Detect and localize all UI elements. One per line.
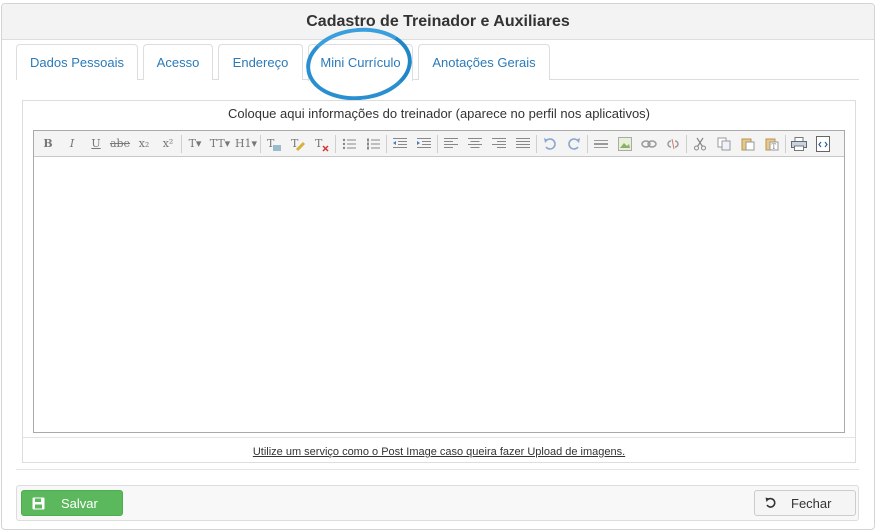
close-button-label: Fechar (791, 495, 832, 511)
font-icon[interactable]: T ▾ (183, 133, 207, 155)
tab-dados-pessoais[interactable]: Dados Pessoais (16, 44, 138, 80)
close-button[interactable]: Fechar (754, 490, 856, 516)
footer-divider (16, 469, 859, 470)
underline-icon[interactable]: U (84, 133, 108, 155)
editor-toolbar: B I U abe x₂ x² T ▾ TT ▾ H1 ▾ T T T T (34, 131, 844, 157)
toolbar-separator (181, 134, 182, 153)
paste-text-icon[interactable]: T (760, 133, 784, 155)
editor-caption: Coloque aqui informações do treinador (a… (227, 106, 651, 121)
editor-text-area[interactable] (34, 157, 844, 432)
unlink-icon[interactable] (661, 133, 685, 155)
tab-anotacoes-gerais[interactable]: Anotações Gerais (418, 44, 550, 80)
align-center-icon[interactable] (463, 133, 487, 155)
align-right-icon[interactable] (487, 133, 511, 155)
numbered-list-icon[interactable] (361, 133, 385, 155)
undo-icon[interactable] (538, 133, 562, 155)
paste-icon[interactable] (736, 133, 760, 155)
save-button[interactable]: Salvar (21, 490, 123, 516)
rich-text-editor: B I U abe x₂ x² T ▾ TT ▾ H1 ▾ T T T T (33, 130, 845, 433)
subscript-icon[interactable]: x₂ (132, 133, 156, 155)
save-button-label: Salvar (61, 495, 98, 511)
heading-icon[interactable]: H1 ▾ (233, 133, 259, 155)
tab-acesso[interactable]: Acesso (143, 44, 213, 80)
tab-bar: Dados Pessoais Acesso Endereço Mini Curr… (16, 44, 859, 81)
upload-note-link[interactable]: Utilize um serviço como o Post Image cas… (253, 446, 625, 458)
italic-icon[interactable]: I (60, 133, 84, 155)
copy-icon[interactable] (712, 133, 736, 155)
outdent-icon[interactable] (388, 133, 412, 155)
reload-icon (765, 497, 777, 509)
image-icon[interactable] (613, 133, 637, 155)
toolbar-separator (335, 134, 336, 153)
indent-icon[interactable] (412, 133, 436, 155)
toolbar-separator (260, 134, 261, 153)
bulleted-list-icon[interactable] (337, 133, 361, 155)
toolbar-separator (437, 134, 438, 153)
toolbar-separator (587, 134, 588, 153)
toolbar-separator (536, 134, 537, 153)
tab-endereco[interactable]: Endereço (218, 44, 303, 80)
toolbar-separator (785, 134, 786, 153)
cut-icon[interactable] (688, 133, 712, 155)
link-icon[interactable] (637, 133, 661, 155)
justify-icon[interactable] (511, 133, 535, 155)
svg-text:T: T (315, 137, 323, 150)
text-color-icon[interactable]: T (262, 133, 286, 155)
bold-icon[interactable]: B (36, 133, 60, 155)
redo-icon[interactable] (562, 133, 586, 155)
toolbar-separator (386, 134, 387, 153)
highlight-icon[interactable]: T (286, 133, 310, 155)
upload-note: Utilize um serviço como o Post Image cas… (23, 437, 855, 463)
toolbar-separator (686, 134, 687, 153)
save-icon (32, 497, 45, 510)
align-left-icon[interactable] (439, 133, 463, 155)
print-icon[interactable] (787, 133, 811, 155)
font-size-icon[interactable]: TT ▾ (207, 133, 233, 155)
tab-mini-curriculo[interactable]: Mini Currículo (308, 44, 413, 81)
superscript-icon[interactable]: x² (156, 133, 180, 155)
source-code-icon[interactable] (811, 133, 835, 155)
svg-text:T: T (772, 143, 777, 151)
editor-container: Coloque aqui informações do treinador (a… (22, 100, 856, 463)
horizontal-rule-icon[interactable] (589, 133, 613, 155)
strikethrough-icon[interactable]: abe (108, 133, 132, 155)
form-footer: Salvar Fechar (16, 485, 859, 521)
clear-format-icon[interactable]: T (310, 133, 334, 155)
page-title: Cadastro de Treinador e Auxiliares (2, 4, 874, 40)
